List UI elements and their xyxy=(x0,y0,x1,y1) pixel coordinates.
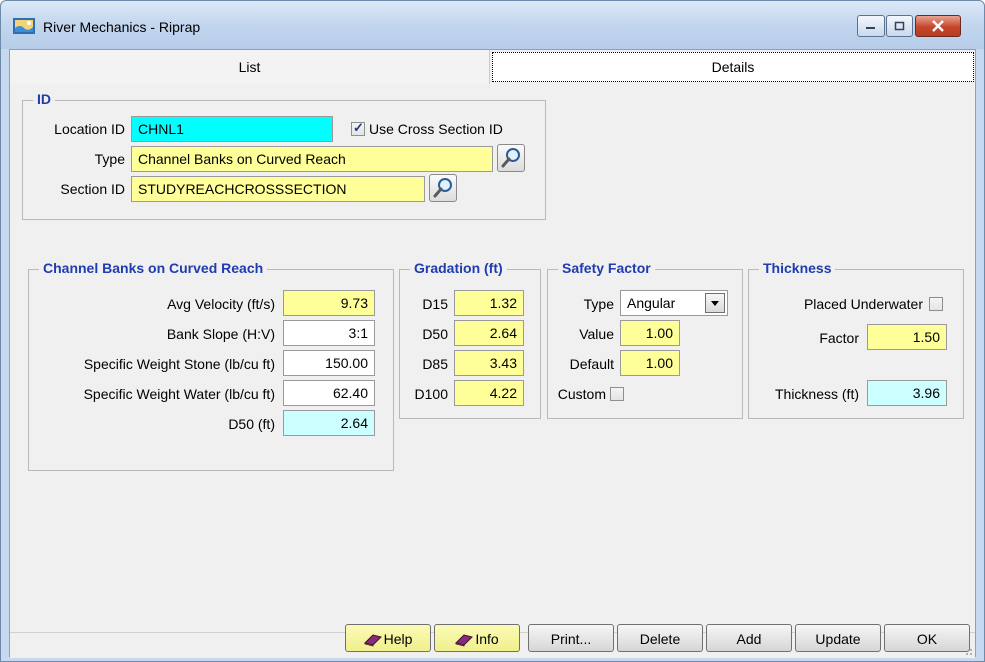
d85-label: D85 xyxy=(422,356,448,372)
help-button-label: Help xyxy=(383,631,413,647)
d100-field[interactable]: 4.22 xyxy=(454,380,524,406)
type-field[interactable]: Channel Banks on Curved Reach xyxy=(131,146,493,172)
specific-weight-stone-label: Specific Weight Stone (lb/cu ft) xyxy=(83,356,275,372)
thickness-label: Thickness (ft) xyxy=(774,386,859,402)
minimize-button[interactable] xyxy=(857,15,885,37)
thickness-group-title: Thickness xyxy=(759,260,836,276)
d15-field[interactable]: 1.32 xyxy=(454,290,524,316)
type-label: Type xyxy=(94,151,125,167)
use-cross-section-label: Use Cross Section ID xyxy=(369,121,503,137)
safety-factor-group: Safety Factor Type Angular Value 1.00 De… xyxy=(547,260,743,419)
safety-default-label: Default xyxy=(569,356,614,372)
d15-label: D15 xyxy=(422,296,448,312)
print-button[interactable]: Print... xyxy=(528,624,614,652)
help-button[interactable]: Help xyxy=(345,624,431,652)
grad-d50-field[interactable]: 2.64 xyxy=(454,320,524,346)
book-icon xyxy=(455,634,474,647)
tab-details[interactable]: Details xyxy=(492,52,974,82)
riprap-window: River Mechanics - Riprap List Details ID… xyxy=(0,0,985,662)
magnifier-icon xyxy=(501,148,520,168)
close-icon xyxy=(932,20,944,32)
safety-type-select[interactable]: Angular xyxy=(620,290,728,316)
safety-factor-group-title: Safety Factor xyxy=(558,260,655,276)
magnifier-icon xyxy=(433,178,452,198)
section-id-label: Section ID xyxy=(60,181,125,197)
section-id-field[interactable]: STUDYREACHCROSSSECTION xyxy=(131,176,425,202)
chevron-down-icon[interactable] xyxy=(705,293,725,313)
specific-weight-stone-field[interactable]: 150.00 xyxy=(283,350,375,376)
id-group-title: ID xyxy=(33,91,55,107)
thickness-field[interactable]: 3.96 xyxy=(867,380,947,406)
maximize-button[interactable] xyxy=(886,15,913,37)
gradation-group: Gradation (ft) D15 1.32 D50 2.64 D85 3.4… xyxy=(399,260,541,419)
update-button[interactable]: Update xyxy=(795,624,881,652)
id-group: ID Location ID CHNL1 ✓ Use Cross Section… xyxy=(22,91,546,220)
book-icon xyxy=(363,634,382,647)
safety-type-value: Angular xyxy=(627,295,676,311)
close-button[interactable] xyxy=(915,15,961,37)
info-button[interactable]: Info xyxy=(434,624,520,652)
avg-velocity-label: Avg Velocity (ft/s) xyxy=(167,296,275,312)
factor-field[interactable]: 1.50 xyxy=(867,324,947,350)
factor-label: Factor xyxy=(819,330,859,346)
safety-custom-checkbox[interactable] xyxy=(610,387,624,401)
ok-button[interactable]: OK xyxy=(884,624,970,652)
bank-slope-field[interactable]: 3:1 xyxy=(283,320,375,346)
button-bar: Help Info Print... Delete Add Update OK xyxy=(10,624,975,658)
avg-velocity-field[interactable]: 9.73 xyxy=(283,290,375,316)
location-id-label: Location ID xyxy=(54,121,125,137)
checkmark-icon: ✓ xyxy=(353,120,364,135)
type-lookup-button[interactable] xyxy=(497,144,525,172)
tab-details-label: Details xyxy=(711,59,755,75)
specific-weight-water-field[interactable]: 62.40 xyxy=(283,380,375,406)
safety-default-field[interactable]: 1.00 xyxy=(620,350,680,376)
d100-label: D100 xyxy=(414,386,448,402)
specific-weight-water-label: Specific Weight Water (lb/cu ft) xyxy=(83,386,275,402)
client-area: List Details ID Location ID CHNL1 ✓ Use … xyxy=(9,49,976,658)
channel-banks-group-title: Channel Banks on Curved Reach xyxy=(39,260,268,276)
grad-d50-label: D50 xyxy=(422,326,448,342)
delete-button[interactable]: Delete xyxy=(617,624,703,652)
tab-list[interactable]: List xyxy=(10,50,490,84)
safety-custom-label: Custom xyxy=(557,386,606,402)
gradation-group-title: Gradation (ft) xyxy=(410,260,507,276)
use-cross-section-checkbox[interactable]: ✓ xyxy=(351,120,365,136)
app-icon xyxy=(13,18,35,34)
d85-field[interactable]: 3.43 xyxy=(454,350,524,376)
thickness-group: Thickness Placed Underwater Factor 1.50 … xyxy=(748,260,964,419)
placed-underwater-checkbox[interactable] xyxy=(929,297,943,311)
resize-grip-icon[interactable] xyxy=(963,646,973,656)
minimize-icon xyxy=(866,27,875,29)
safety-value-field[interactable]: 1.00 xyxy=(620,320,680,346)
bank-slope-label: Bank Slope (H:V) xyxy=(166,326,275,342)
d50-field[interactable]: 2.64 xyxy=(283,410,375,436)
d50-label: D50 (ft) xyxy=(228,416,275,432)
add-button[interactable]: Add xyxy=(706,624,792,652)
window-title: River Mechanics - Riprap xyxy=(43,19,201,35)
channel-banks-group: Channel Banks on Curved Reach Avg Veloci… xyxy=(28,260,394,471)
section-id-lookup-button[interactable] xyxy=(429,174,457,202)
safety-value-label: Value xyxy=(579,326,614,342)
tab-list-label: List xyxy=(238,59,261,75)
title-bar[interactable]: River Mechanics - Riprap xyxy=(1,1,984,49)
placed-underwater-label: Placed Underwater xyxy=(803,296,923,312)
info-button-label: Info xyxy=(475,631,499,647)
safety-type-label: Type xyxy=(583,296,614,312)
location-id-field[interactable]: CHNL1 xyxy=(131,116,333,142)
details-panel: ID Location ID CHNL1 ✓ Use Cross Section… xyxy=(10,84,975,632)
maximize-icon xyxy=(894,21,904,31)
